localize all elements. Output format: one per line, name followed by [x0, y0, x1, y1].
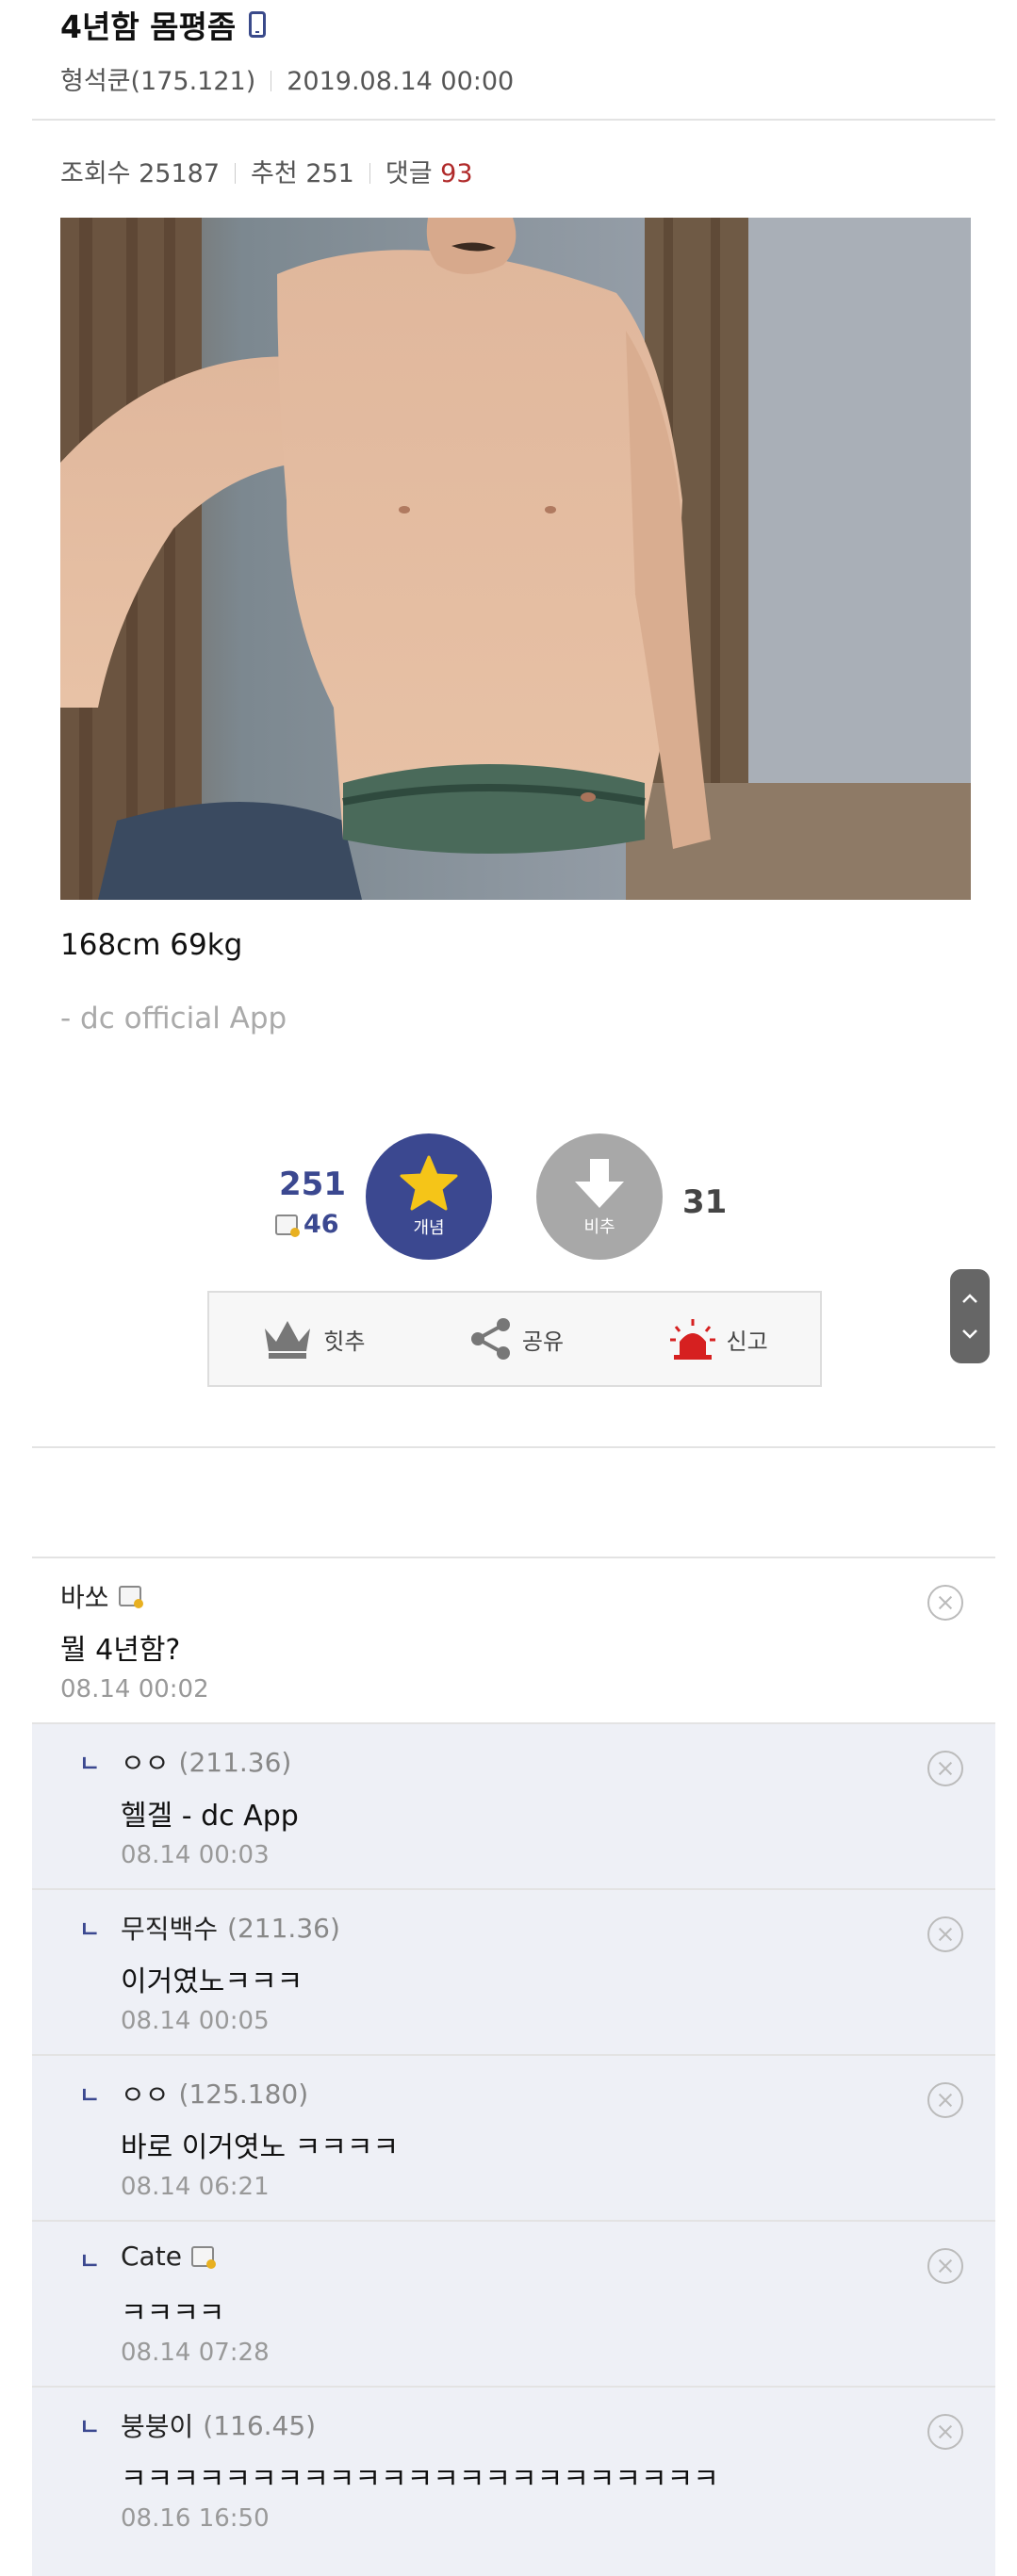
comment-author[interactable]: ㅇㅇ (211.36): [121, 1743, 291, 1781]
app-signature: - dc official App: [60, 1002, 287, 1035]
post-stats: 조회수 25187 추천 251 댓글 93: [60, 153, 473, 189]
upvote-count: 251: [279, 1166, 346, 1203]
crown-icon: [265, 1321, 311, 1359]
comment-text: ㅋㅋㅋㅋㅋㅋㅋㅋㅋㅋㅋㅋㅋㅋㅋㅋㅋㅋㅋㅋㅋㅋㅋ: [121, 2463, 719, 2496]
post-title: 4년함 몸평좀: [60, 2, 267, 47]
post-title-text: 4년함 몸평좀: [60, 8, 237, 45]
post-date: 2019.08.14 00:00: [287, 67, 515, 96]
post-action-bar: 힛추 공유 신고: [207, 1291, 822, 1387]
post-photo[interactable]: [60, 218, 971, 900]
comment-text: 바로 이거엿노 ㅋㅋㅋㅋ: [121, 2131, 400, 2164]
comments-count[interactable]: 93: [440, 159, 472, 188]
delete-comment-icon[interactable]: [927, 2082, 963, 2118]
recommend-label: 추천: [251, 159, 298, 188]
fixed-user-icon: [118, 1586, 143, 1608]
views-count: 25187: [139, 159, 221, 188]
comment-ip: (116.45): [203, 2409, 317, 2441]
comment-text: 헬겔 - dc App: [121, 1800, 299, 1833]
comment-ip: (211.36): [227, 1912, 340, 1944]
post-body: 168cm 69kg: [60, 928, 243, 962]
delete-comment-icon[interactable]: [927, 1585, 963, 1621]
reply-item: ㄴ ㅇㅇ (125.180) 바로 이거엿노 ㅋㅋㅋㅋ 08.14 06:21: [32, 2054, 995, 2220]
hit-recommend-button[interactable]: 힛추: [261, 1317, 365, 1361]
reply-arrow-icon: ㄴ: [79, 1916, 101, 1943]
reply-item: ㄴ 붕붕이 (116.45) ㅋㅋㅋㅋㅋㅋㅋㅋㅋㅋㅋㅋㅋㅋㅋㅋㅋㅋㅋㅋㅋㅋㅋ 08…: [32, 2386, 995, 2576]
delete-comment-icon[interactable]: [927, 1916, 963, 1952]
delete-comment-icon[interactable]: [927, 1751, 963, 1786]
divider: [369, 163, 370, 184]
report-button[interactable]: 신고: [668, 1317, 768, 1361]
star-icon: [400, 1155, 458, 1211]
fixed-user-icon: [190, 2245, 216, 2269]
divider: [32, 119, 995, 121]
comment-nick: ㅇㅇ: [121, 1748, 170, 1779]
comment-nick: 붕붕이: [121, 2411, 194, 2442]
comment-author[interactable]: 붕붕이 (116.45): [121, 2406, 316, 2444]
share-button[interactable]: 공유: [469, 1317, 564, 1361]
post-meta: 형석쿤(175.121) 2019.08.14 00:00: [60, 60, 514, 97]
reply-arrow-icon: ㄴ: [79, 1751, 101, 1777]
comment-nick: ㅇㅇ: [121, 2079, 170, 2111]
comment-date: 08.14 00:05: [121, 2007, 270, 2035]
comment-author[interactable]: ㅇㅇ (125.180): [121, 2075, 308, 2112]
upvote-button[interactable]: 개념: [366, 1133, 492, 1260]
reply-arrow-icon: ㄴ: [79, 2248, 101, 2274]
siren-icon: [669, 1319, 715, 1360]
fixed-user-icon: [275, 1214, 300, 1237]
comment-date: 08.14 07:28: [121, 2339, 270, 2367]
author-name[interactable]: 형석쿤(175.121): [60, 67, 255, 96]
fixed-recommend: 46: [275, 1210, 339, 1239]
delete-comment-icon[interactable]: [927, 2248, 963, 2284]
arrow-down-icon: [575, 1159, 624, 1208]
comment-author[interactable]: 바쏘: [60, 1577, 147, 1615]
comment-author[interactable]: 무직백수 (211.36): [121, 1909, 340, 1947]
share-label: 공유: [521, 1328, 565, 1355]
comment-text: ㅋㅋㅋㅋ: [121, 2297, 225, 2330]
fixed-recommend-count: 46: [303, 1210, 339, 1239]
comment-text: 이거였노ㅋㅋㅋ: [121, 1965, 303, 1998]
reply-item: ㄴ Cate ㅋㅋㅋㅋ 08.14 07:28: [32, 2220, 995, 2386]
downvote-label: 비추: [583, 1217, 615, 1237]
divider: [235, 163, 237, 184]
upvote-label: 개념: [413, 1218, 445, 1238]
comment-date: 08.14 06:21: [121, 2173, 270, 2201]
reply-item: ㄴ ㅇㅇ (211.36) 헬겔 - dc App 08.14 00:03: [32, 1722, 995, 1888]
comment-ip: (125.180): [178, 2078, 309, 2110]
comment-nick: 무직백수: [121, 1914, 219, 1945]
comment-author[interactable]: Cate: [121, 2241, 220, 2272]
comment-item: 바쏘 뭘 4년함? 08.14 00:02: [32, 1557, 995, 1722]
divider: [32, 1446, 995, 1448]
comment-date: 08.16 16:50: [121, 2504, 270, 2533]
photo-illustration: [60, 218, 971, 900]
comment-nick: Cate: [121, 2241, 182, 2272]
recommend-count: 251: [305, 159, 354, 188]
comment-text: 뭘 4년함?: [60, 1634, 181, 1667]
comment-date: 08.14 00:03: [121, 1841, 270, 1869]
comment-date: 08.14 00:02: [60, 1675, 209, 1704]
comment-ip: (211.36): [178, 1746, 292, 1778]
hit-recommend-label: 힛추: [323, 1328, 366, 1355]
mobile-icon: [249, 11, 267, 38]
views-label: 조회수: [60, 159, 131, 188]
reply-arrow-icon: ㄴ: [79, 2414, 101, 2440]
reply-item: ㄴ 무직백수 (211.36) 이거였노ㅋㅋㅋ 08.14 00:05: [32, 1888, 995, 2054]
report-label: 신고: [726, 1328, 768, 1355]
scroll-down-icon[interactable]: [961, 1329, 978, 1340]
share-icon: [470, 1318, 510, 1360]
scroll-controls: [950, 1269, 990, 1363]
comment-nick: 바쏘: [60, 1582, 109, 1613]
downvote-button[interactable]: 비추: [536, 1133, 663, 1260]
scroll-up-icon[interactable]: [961, 1293, 978, 1304]
reply-arrow-icon: ㄴ: [79, 2082, 101, 2109]
downvote-count: 31: [682, 1183, 728, 1221]
comments-label: 댓글: [385, 159, 433, 188]
delete-comment-icon[interactable]: [927, 2414, 963, 2450]
